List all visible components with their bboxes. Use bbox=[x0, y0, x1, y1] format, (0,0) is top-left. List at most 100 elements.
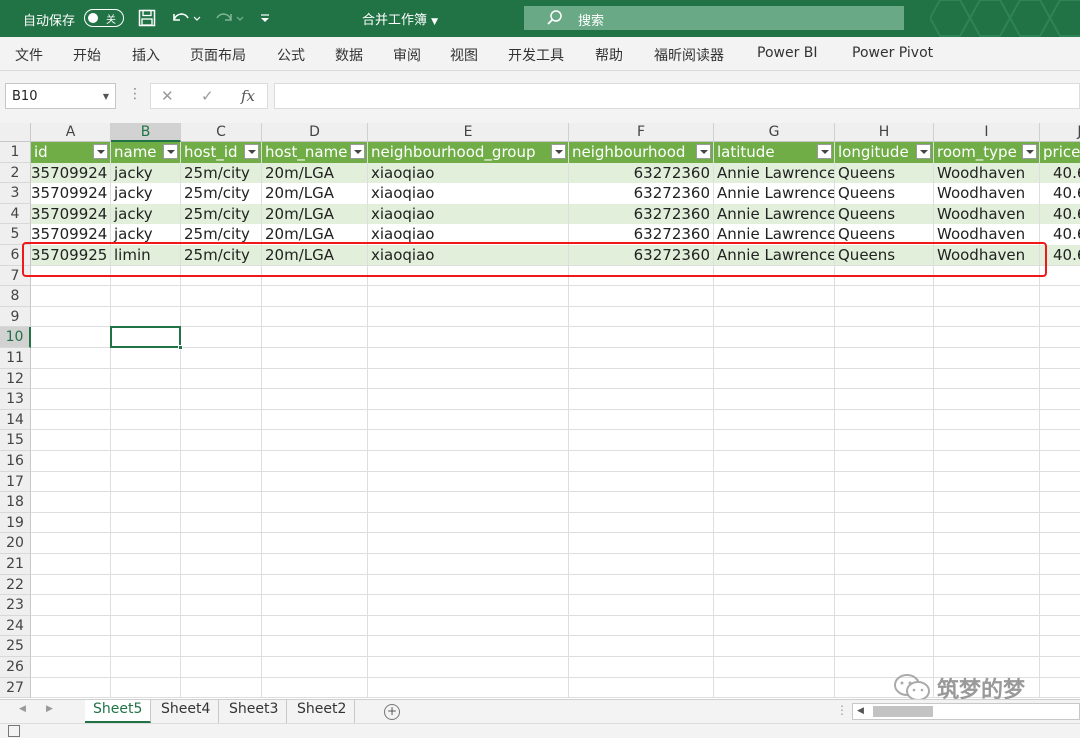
table-cell[interactable]: 20m/LGA bbox=[262, 183, 367, 204]
row-header-21[interactable]: 21 bbox=[0, 554, 31, 575]
table-cell[interactable]: Woodhaven bbox=[934, 204, 1039, 225]
table-cell[interactable]: 25m/city bbox=[181, 204, 261, 225]
row-header-1[interactable]: 1 bbox=[0, 142, 31, 163]
column-header-D[interactable]: D bbox=[262, 123, 368, 142]
table-cell[interactable]: 25m/city bbox=[181, 183, 261, 204]
formula-input[interactable] bbox=[274, 83, 1080, 109]
table-cell[interactable]: 63272360 bbox=[569, 204, 713, 225]
undo-icon[interactable] bbox=[170, 7, 202, 29]
filter-dropdown-icon[interactable] bbox=[1022, 144, 1037, 159]
search-box[interactable]: 搜索 bbox=[524, 6, 904, 30]
row-header-26[interactable]: 26 bbox=[0, 657, 31, 678]
row-header-15[interactable]: 15 bbox=[0, 430, 31, 451]
table-header-host_id[interactable]: host_id bbox=[181, 142, 261, 163]
filter-dropdown-icon[interactable] bbox=[350, 144, 365, 159]
filter-dropdown-icon[interactable] bbox=[817, 144, 832, 159]
select-all-corner[interactable] bbox=[0, 123, 31, 142]
tab-1[interactable]: 开始 bbox=[73, 45, 101, 65]
sheet-tab-Sheet5[interactable]: Sheet5 bbox=[85, 700, 152, 723]
customize-toolbar-icon[interactable] bbox=[258, 7, 272, 29]
scroll-thumb[interactable] bbox=[873, 706, 933, 717]
table-header-room_type[interactable]: room_type bbox=[934, 142, 1039, 163]
filter-dropdown-icon[interactable] bbox=[916, 144, 931, 159]
column-header-F[interactable]: F bbox=[569, 123, 714, 142]
workbook-title[interactable]: 合并工作簿 ▼ bbox=[362, 9, 438, 28]
spreadsheet-grid[interactable]: A B C D E F G H I J 1 2 3 4 5 6 7 8 9 10 11 12 13 14 15 16 17 18 19 2… bbox=[0, 123, 1080, 699]
table-header-longitude[interactable]: longitude bbox=[835, 142, 933, 163]
row-header-3[interactable]: 3 bbox=[0, 183, 31, 204]
table-cell[interactable]: xiaoqiao bbox=[368, 163, 568, 184]
tab-4[interactable]: 公式 bbox=[277, 45, 305, 65]
sheet-tab-Sheet2[interactable]: Sheet2 bbox=[289, 700, 356, 723]
table-cell[interactable]: 40.6 bbox=[1040, 163, 1080, 184]
filter-dropdown-icon[interactable] bbox=[93, 144, 108, 159]
table-cell[interactable]: jacky bbox=[111, 183, 180, 204]
table-cell[interactable]: jacky bbox=[111, 163, 180, 184]
name-box[interactable]: B10 ▼ bbox=[5, 83, 116, 109]
column-header-G[interactable]: G bbox=[714, 123, 835, 142]
autosave-toggle[interactable]: 关 bbox=[84, 9, 124, 27]
tab-11[interactable]: Power BI bbox=[757, 45, 818, 61]
row-header-20[interactable]: 20 bbox=[0, 533, 31, 554]
redo-icon[interactable] bbox=[213, 7, 245, 29]
fill-handle[interactable] bbox=[178, 344, 183, 350]
table-cell[interactable]: 35709924 bbox=[31, 204, 110, 225]
column-header-E[interactable]: E bbox=[368, 123, 569, 142]
tab-7[interactable]: 视图 bbox=[450, 45, 478, 65]
tab-5[interactable]: 数据 bbox=[335, 45, 363, 65]
tab-12[interactable]: Power Pivot bbox=[852, 45, 933, 61]
table-cell[interactable]: jacky bbox=[111, 204, 180, 225]
table-header-latitude[interactable]: latitude bbox=[714, 142, 834, 163]
column-header-C[interactable]: C bbox=[181, 123, 262, 142]
scroll-right-icon[interactable]: ▶ bbox=[46, 704, 53, 714]
tab-8[interactable]: 开发工具 bbox=[508, 45, 564, 65]
tab-3[interactable]: 页面布局 bbox=[190, 45, 246, 65]
row-header-25[interactable]: 25 bbox=[0, 636, 31, 657]
table-cell[interactable]: Queens bbox=[835, 163, 933, 184]
row-header-27[interactable]: 27 bbox=[0, 677, 31, 699]
table-cell[interactable]: 40.6 bbox=[1040, 224, 1080, 245]
filter-dropdown-icon[interactable] bbox=[163, 144, 178, 159]
save-icon[interactable] bbox=[137, 7, 157, 29]
table-cell[interactable]: 63272360 bbox=[569, 183, 713, 204]
table-cell[interactable]: Annie Lawrence bbox=[714, 204, 834, 225]
filter-dropdown-icon[interactable] bbox=[551, 144, 566, 159]
column-header-I[interactable]: I bbox=[934, 123, 1040, 142]
table-header-id[interactable]: id bbox=[31, 142, 110, 163]
row-header-24[interactable]: 24 bbox=[0, 615, 31, 637]
table-cell[interactable]: Woodhaven bbox=[934, 163, 1039, 184]
chevron-down-icon[interactable]: ▼ bbox=[103, 92, 109, 101]
tab-6[interactable]: 审阅 bbox=[393, 45, 421, 65]
sheet-tab-Sheet3[interactable]: Sheet3 bbox=[221, 700, 288, 723]
active-cell[interactable] bbox=[110, 326, 183, 350]
table-cell[interactable]: 63272360 bbox=[569, 163, 713, 184]
column-header-B[interactable]: B bbox=[111, 123, 181, 142]
scroll-left-icon[interactable]: ◀ bbox=[857, 706, 864, 716]
row-header-8[interactable]: 8 bbox=[0, 286, 31, 307]
table-cell[interactable]: Annie Lawrence bbox=[714, 163, 834, 184]
row-header-4[interactable]: 4 bbox=[0, 203, 31, 225]
row-header-22[interactable]: 22 bbox=[0, 574, 31, 596]
table-cell[interactable]: 40.6 bbox=[1040, 204, 1080, 225]
enter-icon[interactable]: ✓ bbox=[201, 87, 214, 105]
table-cell[interactable]: xiaoqiao bbox=[368, 204, 568, 225]
row-header-19[interactable]: 19 bbox=[0, 512, 31, 534]
table-cell[interactable]: Woodhaven bbox=[934, 183, 1039, 204]
row-header-16[interactable]: 16 bbox=[0, 451, 31, 472]
table-cell[interactable]: 20m/LGA bbox=[262, 204, 367, 225]
row-header-13[interactable]: 13 bbox=[0, 389, 31, 410]
filter-dropdown-icon[interactable] bbox=[696, 144, 711, 159]
table-header-neighbourhood[interactable]: neighbourhood bbox=[569, 142, 713, 163]
sheet-tab-Sheet4[interactable]: Sheet4 bbox=[153, 700, 220, 723]
macro-record-icon[interactable] bbox=[8, 725, 20, 737]
table-cell[interactable]: 35709924 bbox=[31, 163, 110, 184]
row-header-10[interactable]: 10 bbox=[0, 327, 31, 348]
row-header-23[interactable]: 23 bbox=[0, 595, 31, 616]
table-cell[interactable]: Annie Lawrence bbox=[714, 183, 834, 204]
table-header-name[interactable]: name bbox=[111, 142, 180, 163]
table-header-price[interactable]: price bbox=[1040, 142, 1080, 163]
table-cell[interactable]: Queens bbox=[835, 204, 933, 225]
row-header-17[interactable]: 17 bbox=[0, 471, 31, 493]
scroll-left-icon[interactable]: ◀ bbox=[19, 704, 26, 714]
table-header-neighbourhood_group[interactable]: neighbourhood_group bbox=[368, 142, 568, 163]
